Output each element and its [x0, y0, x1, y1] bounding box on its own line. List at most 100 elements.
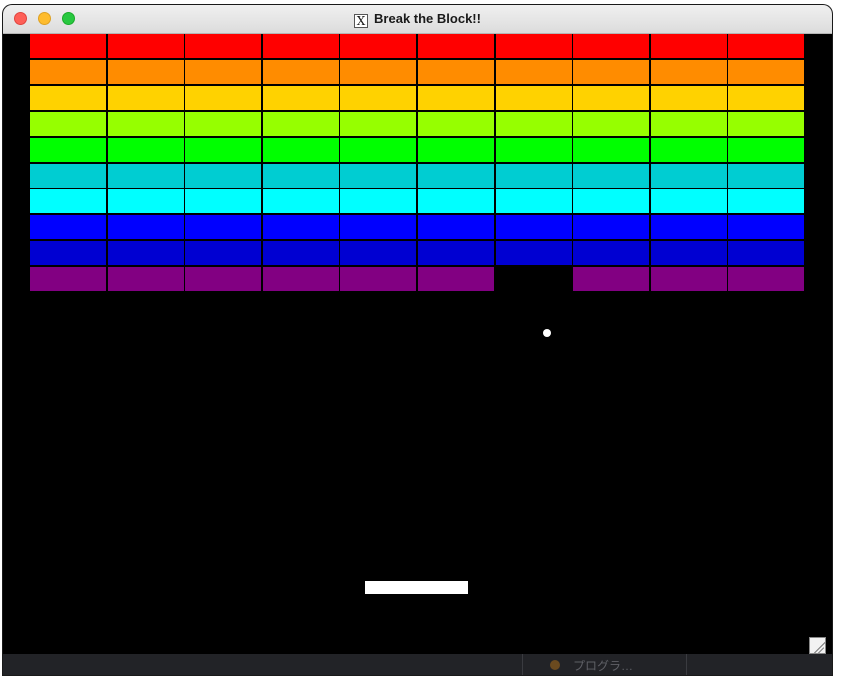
brick — [418, 189, 494, 213]
brick — [496, 34, 572, 58]
brick — [573, 164, 649, 188]
brick — [263, 86, 339, 110]
brick — [340, 241, 416, 265]
brick — [30, 164, 106, 188]
brick — [30, 189, 106, 213]
game-canvas[interactable] — [3, 34, 832, 654]
app-dot-icon — [550, 660, 560, 670]
taskbar-item[interactable]: プログラ… — [522, 654, 687, 675]
brick — [263, 34, 339, 58]
brick — [340, 189, 416, 213]
taskbar-item-label: プログラ… — [573, 659, 634, 673]
brick — [728, 60, 804, 84]
brick — [651, 138, 727, 162]
brick — [496, 215, 572, 239]
brick — [573, 215, 649, 239]
brick — [418, 60, 494, 84]
brick — [108, 164, 184, 188]
brick — [728, 267, 804, 291]
x11-app-icon: X — [354, 14, 369, 28]
brick — [340, 60, 416, 84]
brick — [340, 86, 416, 110]
brick — [728, 241, 804, 265]
brick — [728, 164, 804, 188]
brick — [263, 138, 339, 162]
brick — [263, 164, 339, 188]
brick — [728, 215, 804, 239]
brick — [185, 60, 261, 84]
ball — [543, 329, 551, 337]
brick — [728, 189, 804, 213]
brick — [263, 215, 339, 239]
window-title-area: X Break the Block!! — [3, 11, 832, 28]
brick — [30, 60, 106, 84]
brick — [496, 60, 572, 84]
brick — [108, 267, 184, 291]
brick — [418, 241, 494, 265]
brick — [185, 189, 261, 213]
brick — [108, 112, 184, 136]
brick — [185, 34, 261, 58]
brick — [573, 86, 649, 110]
brick — [340, 34, 416, 58]
brick — [728, 34, 804, 58]
brick — [108, 34, 184, 58]
brick — [728, 112, 804, 136]
brick — [340, 112, 416, 136]
brick — [651, 267, 727, 291]
brick — [418, 112, 494, 136]
brick — [263, 112, 339, 136]
game-window: X Break the Block!! プログラ… — [3, 5, 832, 675]
background-taskbar: プログラ… — [3, 654, 832, 675]
brick — [30, 138, 106, 162]
brick — [263, 189, 339, 213]
brick — [651, 241, 727, 265]
brick — [185, 215, 261, 239]
brick — [263, 241, 339, 265]
paddle[interactable] — [365, 581, 468, 594]
brick — [496, 138, 572, 162]
brick — [728, 138, 804, 162]
window-title: Break the Block!! — [374, 11, 481, 26]
brick — [340, 215, 416, 239]
brick — [573, 112, 649, 136]
brick — [30, 112, 106, 136]
brick — [263, 60, 339, 84]
brick — [418, 215, 494, 239]
brick — [108, 215, 184, 239]
brick — [418, 267, 494, 291]
brick — [651, 34, 727, 58]
brick — [573, 189, 649, 213]
brick — [340, 164, 416, 188]
brick — [30, 215, 106, 239]
brick — [496, 164, 572, 188]
brick — [185, 112, 261, 136]
brick — [418, 86, 494, 110]
brick — [573, 241, 649, 265]
brick — [185, 241, 261, 265]
brick — [108, 189, 184, 213]
brick — [651, 60, 727, 84]
brick — [108, 241, 184, 265]
brick — [651, 215, 727, 239]
brick — [185, 164, 261, 188]
brick — [30, 267, 106, 291]
brick — [728, 86, 804, 110]
brick — [340, 138, 416, 162]
brick — [651, 86, 727, 110]
brick — [573, 34, 649, 58]
brick — [418, 164, 494, 188]
brick — [496, 189, 572, 213]
brick — [185, 267, 261, 291]
brick — [340, 267, 416, 291]
brick — [108, 60, 184, 84]
brick — [30, 241, 106, 265]
brick — [108, 138, 184, 162]
brick — [263, 267, 339, 291]
brick — [30, 86, 106, 110]
brick — [496, 86, 572, 110]
brick — [573, 267, 649, 291]
title-bar[interactable]: X Break the Block!! — [3, 5, 832, 34]
brick — [418, 34, 494, 58]
resize-grip-icon[interactable] — [809, 637, 826, 654]
